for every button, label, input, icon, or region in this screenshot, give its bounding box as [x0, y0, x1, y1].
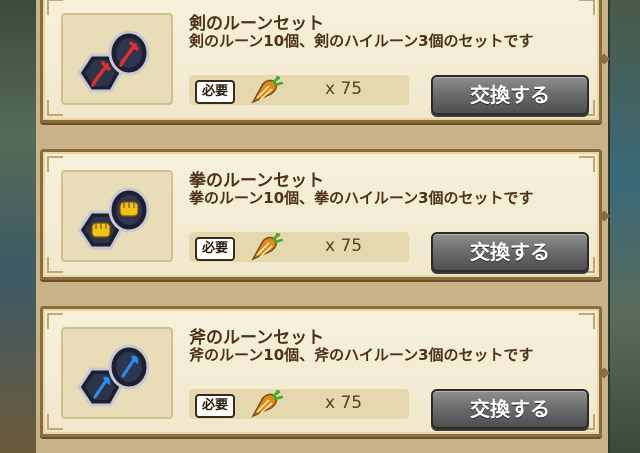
axe-rune-icon	[77, 344, 150, 407]
exchange-item-list[interactable]: 剣のルーンセット 剣のルーン10個、剣のハイルーン3個のセットです 必要 x 7…	[36, 0, 610, 453]
sword-rune-icon	[77, 30, 150, 93]
exchange-button[interactable]: 交換する	[431, 389, 589, 429]
item-icon-frame	[61, 170, 173, 262]
frame-corner-ornament	[47, 156, 63, 172]
exchange-item-card: 剣のルーンセット 剣のルーン10個、剣のハイルーン3個のセットです 必要 x 7…	[40, 0, 610, 123]
required-quantity: x 75	[325, 393, 363, 413]
required-quantity: x 75	[325, 79, 363, 99]
carrot-medal-icon	[251, 390, 283, 418]
requirement-label: 必要	[195, 80, 236, 104]
requirement-label: 必要	[195, 394, 236, 418]
frame-rivet	[598, 53, 610, 65]
item-title: 斧のルーンセット	[189, 328, 325, 348]
frame-corner-ornament	[579, 313, 595, 329]
required-quantity: x 75	[325, 236, 363, 256]
frame-rivet	[598, 210, 610, 222]
fist-rune-icon	[77, 187, 150, 250]
item-icon-frame	[61, 13, 173, 105]
exchange-item-card: 拳のルーンセット 拳のルーン10個、拳のハイルーン3個のセットです 必要 x 7…	[40, 149, 610, 280]
exchange-button[interactable]: 交換する	[431, 232, 589, 272]
carrot-medal-icon	[251, 76, 283, 104]
frame-corner-ornament	[47, 313, 63, 329]
frame-corner-ornament	[47, 0, 63, 15]
item-title: 拳のルーンセット	[189, 171, 325, 191]
requirement-box: 必要 x 75	[189, 389, 409, 419]
item-description: 斧のルーン10個、斧のハイルーン3個のセットです	[189, 346, 534, 364]
item-description: 剣のルーン10個、剣のハイルーン3個のセットです	[189, 32, 534, 50]
background-scenery-right	[610, 0, 640, 453]
item-description: 拳のルーン10個、拳のハイルーン3個のセットです	[189, 189, 534, 207]
frame-corner-ornament	[579, 156, 595, 172]
background-scenery-left	[0, 0, 40, 453]
frame-rivet	[598, 367, 610, 379]
exchange-button[interactable]: 交換する	[431, 75, 589, 115]
frame-corner-ornament	[579, 0, 595, 15]
carrot-medal-icon	[251, 233, 283, 261]
item-title: 剣のルーンセット	[189, 14, 325, 34]
requirement-box: 必要 x 75	[189, 232, 409, 262]
requirement-box: 必要 x 75	[189, 75, 409, 105]
item-icon-frame	[61, 327, 173, 419]
requirement-label: 必要	[195, 237, 236, 261]
exchange-item-card: 斧のルーンセット 斧のルーン10個、斧のハイルーン3個のセットです 必要 x 7…	[40, 306, 610, 437]
